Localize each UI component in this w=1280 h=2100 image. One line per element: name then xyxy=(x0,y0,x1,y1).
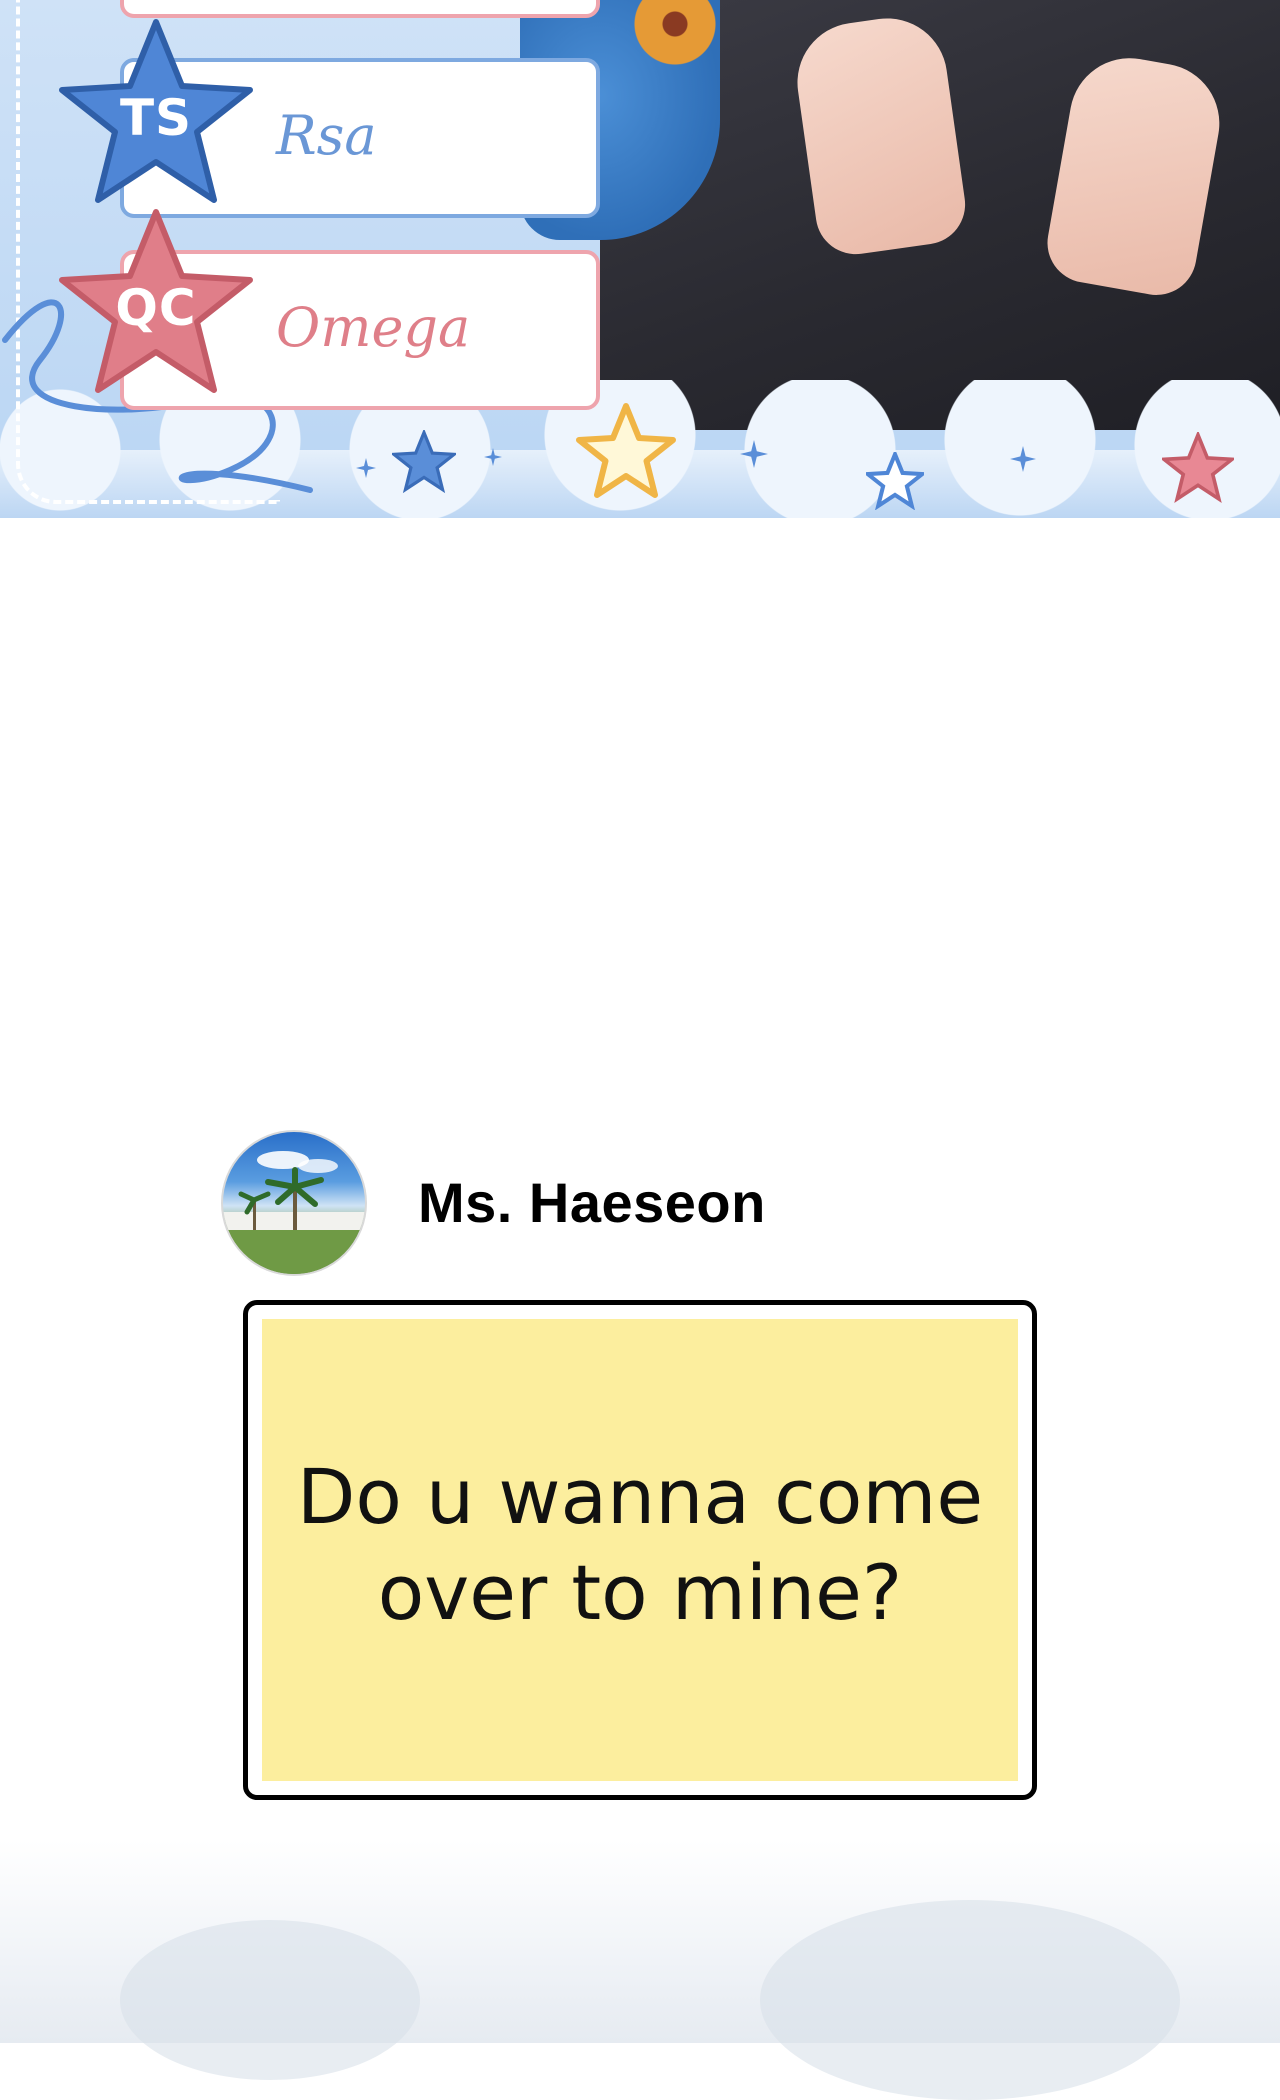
qc-star-badge: QC xyxy=(56,204,256,404)
message-line-1: Do u wanna come xyxy=(296,1452,984,1541)
blur-shape xyxy=(760,1900,1180,2100)
message-line-2: over to mine? xyxy=(377,1548,903,1637)
message-fill: Do u wanna come over to mine? xyxy=(262,1319,1018,1781)
sparkle-icon xyxy=(1010,446,1036,472)
sender-name: Ms. Haeseon xyxy=(418,1171,766,1234)
message-bubble: Do u wanna come over to mine? xyxy=(243,1300,1037,1800)
credits-banner: Rsa Omega TS QC xyxy=(0,0,1280,518)
outline-star-icon xyxy=(576,403,676,498)
palm-tree-photo xyxy=(223,1151,365,1274)
badge-label-ts: TS xyxy=(119,89,193,147)
credit-name-ts: Rsa xyxy=(276,104,377,167)
small-star-icon xyxy=(392,430,456,494)
bottom-background-fade xyxy=(0,1840,1280,2100)
sparkle-icon xyxy=(356,458,376,478)
sparkle-icon xyxy=(484,448,502,466)
credit-name-qc: Omega xyxy=(276,296,471,359)
blur-shape xyxy=(120,1920,420,2080)
ts-star-badge: TS xyxy=(56,14,256,214)
sender-avatar xyxy=(221,1130,367,1276)
message-text: Do u wanna come over to mine? xyxy=(290,1449,990,1641)
outline-star-icon xyxy=(866,452,924,510)
small-star-icon xyxy=(1162,432,1234,503)
sparkle-icon xyxy=(740,440,768,468)
badge-label-qc: QC xyxy=(115,279,197,337)
